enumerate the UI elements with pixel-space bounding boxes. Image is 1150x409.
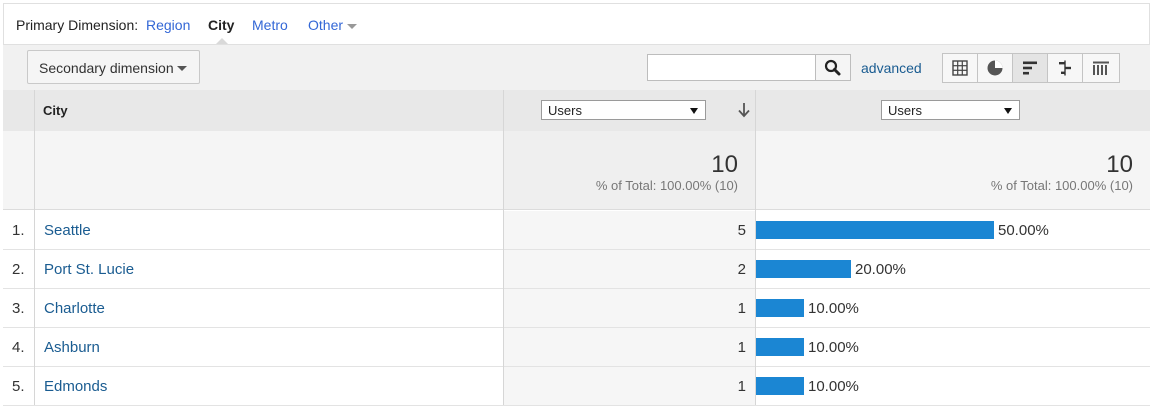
users-value: 1: [737, 300, 746, 317]
total-users-bar-percent: % of Total: 100.00% (10): [990, 178, 1133, 193]
city-link[interactable]: Seattle: [44, 222, 91, 239]
secondary-dimension-dropdown[interactable]: Secondary dimension: [27, 50, 200, 84]
row-index: 3.: [12, 300, 25, 317]
column-divider: [503, 90, 504, 405]
column-divider: [755, 90, 756, 405]
comparison-icon: [1059, 60, 1071, 76]
bar-view-button[interactable]: [1013, 54, 1048, 82]
users-value: 1: [737, 339, 746, 356]
users-cell: [503, 211, 755, 249]
users-share-percent: 10.00%: [808, 300, 859, 317]
dimension-option-other-label: Other: [308, 17, 344, 33]
users-cell: [503, 250, 755, 288]
chevron-down-icon: [177, 66, 187, 71]
city-link[interactable]: Port St. Lucie: [44, 261, 134, 278]
dimension-option-metro[interactable]: Metro: [252, 17, 288, 33]
comparison-view-button[interactable]: [1048, 54, 1083, 82]
search-input[interactable]: [647, 54, 816, 81]
dimension-option-other[interactable]: Other: [308, 17, 358, 33]
bar-icon: [1023, 61, 1037, 75]
pivot-view-button[interactable]: [1083, 54, 1118, 82]
users-share-bar: [756, 377, 804, 395]
users-share-bar: [756, 221, 994, 239]
metric-select-primary[interactable]: Users: [541, 100, 706, 120]
users-value: 5: [737, 222, 746, 239]
users-share-bar: [756, 299, 804, 317]
table-row: 1. Seattle 5 50.00%: [3, 211, 1150, 250]
grid-icon: [952, 60, 968, 76]
search-button[interactable]: [815, 54, 851, 81]
city-column-header[interactable]: City: [43, 103, 68, 118]
dimension-option-city[interactable]: City: [208, 17, 234, 33]
pie-icon: [987, 60, 1003, 76]
pivot-icon: [1092, 61, 1109, 75]
metric-select-comparison[interactable]: Users: [881, 100, 1020, 120]
row-index: 2.: [12, 261, 25, 278]
table-row: 5. Edmonds 1 10.00%: [3, 367, 1150, 406]
users-share-percent: 20.00%: [855, 261, 906, 278]
table-row: 4. Ashburn 1 10.00%: [3, 328, 1150, 367]
column-divider: [34, 90, 35, 405]
metric-select-comparison-value: Users: [888, 103, 922, 118]
advanced-filter-link[interactable]: advanced: [861, 60, 922, 76]
pie-view-button[interactable]: [978, 54, 1013, 82]
row-index: 1.: [12, 222, 25, 239]
users-cell: [503, 289, 755, 327]
users-cell: [503, 367, 755, 405]
primary-dimension-label: Primary Dimension:: [16, 17, 139, 33]
city-link[interactable]: Ashburn: [44, 339, 100, 356]
city-link[interactable]: Edmonds: [44, 378, 107, 395]
secondary-dimension-label: Secondary dimension: [39, 60, 174, 76]
users-share-percent: 10.00%: [808, 378, 859, 395]
chevron-down-icon: [690, 108, 698, 114]
users-share-bar: [756, 338, 804, 356]
total-users-value: 10: [711, 151, 738, 178]
grid-view-button[interactable]: [943, 54, 978, 82]
table-header: City Users Users: [3, 90, 1150, 131]
view-toggle-group: [942, 53, 1120, 83]
users-share-percent: 10.00%: [808, 339, 859, 356]
users-value: 1: [737, 378, 746, 395]
users-share-bar: [756, 260, 851, 278]
city-link[interactable]: Charlotte: [44, 300, 105, 317]
dimension-option-region[interactable]: Region: [146, 17, 190, 33]
primary-dimension-bar: Primary Dimension: Region City Metro Oth…: [3, 3, 1150, 45]
table-row: 3. Charlotte 1 10.00%: [3, 289, 1150, 328]
search-icon: [824, 59, 841, 76]
metric-select-primary-value: Users: [548, 103, 582, 118]
users-cell: [503, 328, 755, 366]
total-users-percent: % of Total: 100.00% (10): [595, 178, 738, 193]
row-index: 4.: [12, 339, 25, 356]
users-share-percent: 50.00%: [998, 222, 1049, 239]
users-value: 2: [737, 261, 746, 278]
table-row: 2. Port St. Lucie 2 20.00%: [3, 250, 1150, 289]
total-users-bar-value: 10: [1106, 151, 1133, 178]
chevron-down-icon: [1004, 108, 1012, 114]
chevron-down-icon: [347, 23, 358, 29]
sort-descending-icon[interactable]: [737, 102, 751, 118]
totals-row: 10 % of Total: 100.00% (10) 10 % of Tota…: [3, 131, 1150, 210]
row-index: 5.: [12, 378, 25, 395]
report-toolbar: Secondary dimension advanced: [3, 44, 1150, 90]
